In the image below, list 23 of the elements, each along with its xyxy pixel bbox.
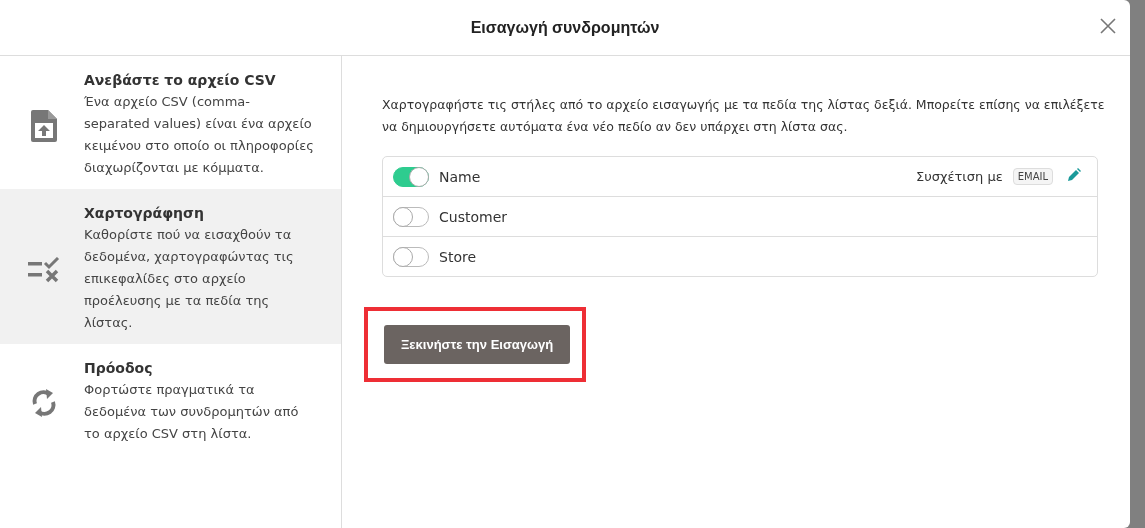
column-name: Store bbox=[439, 248, 476, 265]
step-title: Χαρτογράφηση bbox=[84, 205, 205, 221]
file-upload-icon bbox=[30, 108, 58, 143]
list-check-icon bbox=[27, 256, 61, 283]
step-item[interactable]: Ανεβάστε το αρχείο CSV Ένα αρχείο CSV (comma-separated values) είναι ένα αρχείο κειμένου στο οποίο οι πληροφορίες διαχωρίζονται με κόμματα. bbox=[0, 56, 341, 189]
toggle-switch[interactable] bbox=[393, 246, 429, 267]
instructions-text: Χαρτογραφήστε τις στήλες από το αρχείο εισαγωγής με τα πεδία της λίστας δεξιά. Μπορείτε επίσης να επιλέξετε να δημιουργήσετε αυτόματα ένα νέο πεδίο αν δεν υπάρχει στη λίστα σας. bbox=[382, 96, 1106, 136]
step-description: Φορτώστε πραγματικά τα δεδομένα των συνδρομητών από το αρχείο CSV στη λίστα. bbox=[84, 381, 300, 443]
field-tag: EMAIL bbox=[1012, 168, 1053, 185]
step-description: Καθορίστε πού να εισαχθούν τα δεδομένα, χαρτογραφώντας τις επικεφαλίδες στο αρχείο προέλευσης με τα πεδία της λίστας. bbox=[84, 226, 295, 332]
toggle-switch[interactable] bbox=[393, 206, 429, 227]
column-name: Name bbox=[439, 168, 481, 185]
step-title: Ανεβάστε το αρχείο CSV bbox=[84, 72, 277, 88]
step-description: Ένα αρχείο CSV (comma-separated values) είναι ένα αρχείο κειμένου στο οποίο οι πληροφορίες διαχωρίζονται με κόμματα. bbox=[84, 93, 314, 177]
dialog-title: Εισαγωγή συνδρομητών bbox=[470, 18, 660, 37]
step-title: Πρόοδος bbox=[84, 360, 154, 376]
column-name: Customer bbox=[439, 208, 507, 225]
mapping-label: Συσχέτιση με bbox=[916, 169, 1003, 184]
toggle-switch[interactable] bbox=[393, 166, 429, 187]
step-item[interactable]: Χαρτογράφηση Καθορίστε πού να εισαχθούν τα δεδομένα, χαρτογραφώντας τις επικεφαλίδες στο αρχείο προέλευσης με τα πεδία της λίστας. bbox=[0, 189, 341, 344]
start-import-button[interactable]: Ξεκινήστε την Εισαγωγή bbox=[384, 325, 571, 364]
sync-icon bbox=[30, 386, 58, 419]
step-item[interactable]: Πρόοδος Φορτώστε πραγματικά τα δεδομένα των συνδρομητών από το αρχείο CSV στη λίστα. bbox=[0, 344, 341, 455]
